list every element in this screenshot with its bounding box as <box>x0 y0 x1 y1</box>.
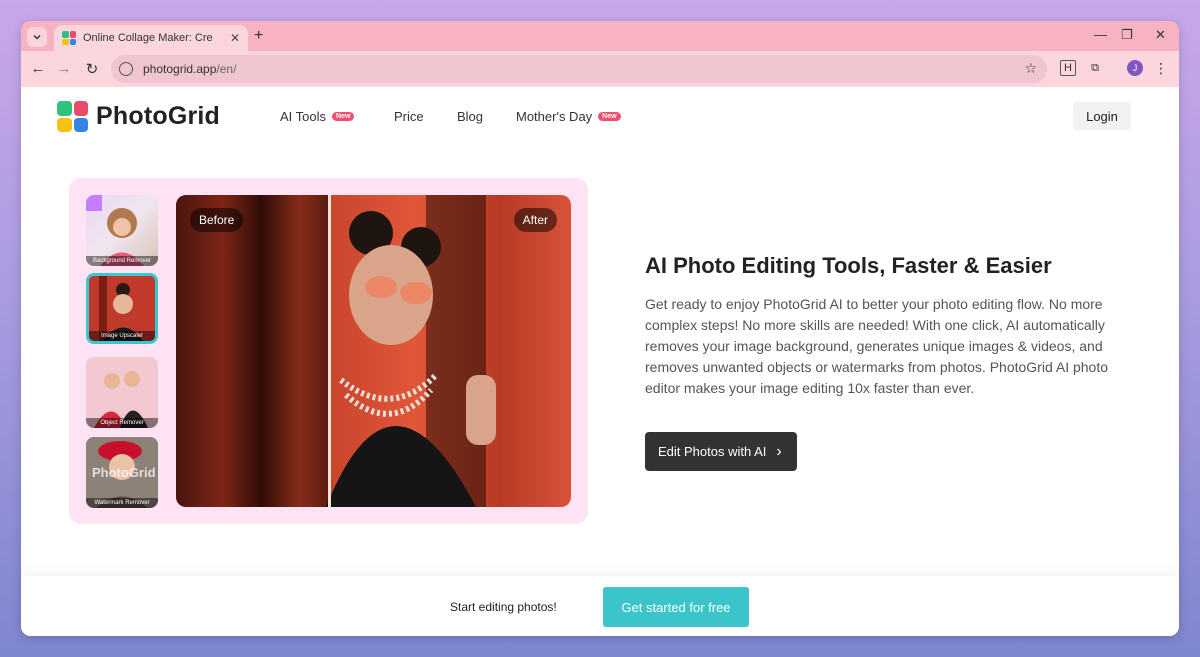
after-label: After <box>513 208 557 232</box>
nav-ai-tools[interactable]: AI Tools New <box>280 109 355 124</box>
chevron-right-icon: › <box>776 442 782 460</box>
tab-title: Online Collage Maker: Create Fr <box>83 32 213 44</box>
site-info-icon[interactable] <box>119 62 133 76</box>
thumb-label: Image Upscaler <box>89 331 155 341</box>
reload-icon[interactable]: ↻ <box>83 60 101 78</box>
chevron-down-icon <box>33 34 41 40</box>
bookmark-star-icon[interactable]: ☆ <box>1024 60 1037 77</box>
edit-photos-button[interactable]: Edit Photos with AI › <box>645 432 797 471</box>
photogrid-logo[interactable]: PhotoGrid <box>57 101 220 132</box>
close-icon[interactable]: ✕ <box>230 31 240 45</box>
nav-price-label: Price <box>394 109 424 124</box>
thumb-background-remover[interactable]: Background Remover <box>86 195 158 266</box>
webpage: PhotoGrid AI Tools New Price Blog Mother… <box>21 87 1179 636</box>
get-started-button[interactable]: Get started for free <box>603 587 749 627</box>
new-tab-icon[interactable]: + <box>254 27 263 45</box>
address-bar[interactable]: photogrid.app/en/ ☆ <box>111 55 1047 83</box>
thumb-label: Background Remover <box>86 256 158 266</box>
nav-mothers-day[interactable]: Mother's Day New <box>516 109 621 124</box>
browser-toolbar: ← → ↻ photogrid.app/en/ ☆ H ⧉ J ⋮ <box>21 51 1179 87</box>
thumb-object-remover[interactable]: Object Remover <box>86 357 158 428</box>
before-after-photo[interactable]: Before After <box>176 195 571 507</box>
photogrid-favicon-icon <box>62 31 76 45</box>
hero-title: AI Photo Editing Tools, Faster & Easier <box>645 253 1052 278</box>
logo-text: PhotoGrid <box>96 102 221 130</box>
before-after-divider[interactable] <box>328 195 331 507</box>
puzzle-extensions-icon[interactable]: ⧉ <box>1087 60 1103 76</box>
watermark-text: PhotoGrid <box>92 465 156 480</box>
more-menu-icon[interactable]: ⋮ <box>1153 60 1169 76</box>
restore-icon[interactable]: ❐ <box>1121 27 1133 43</box>
tab-search-button[interactable] <box>27 27 47 47</box>
bottom-cta-bar: Start editing photos! Get started for fr… <box>21 576 1179 636</box>
thumb-watermark-remover[interactable]: PhotoGrid Watermark Remover <box>86 437 158 508</box>
nav-price[interactable]: Price <box>394 109 424 124</box>
minimize-icon[interactable]: — <box>1094 27 1107 42</box>
window-close-icon[interactable]: ✕ <box>1155 27 1166 43</box>
browser-window: Online Collage Maker: Create Fr ✕ + — ❐ … <box>21 21 1179 636</box>
bottom-bar-text: Start editing photos! <box>450 600 557 614</box>
back-arrow-icon[interactable]: ← <box>29 60 47 77</box>
thumb-label: Object Remover <box>86 418 158 428</box>
hero-showcase-panel: Background Remover Image Upscaler Object… <box>69 178 588 524</box>
nav-ai-tools-label: AI Tools <box>280 109 327 124</box>
woman-portrait-photo-icon <box>176 195 571 507</box>
url-text: photogrid.app/en/ <box>143 62 237 76</box>
new-badge: New <box>332 112 355 121</box>
site-header: PhotoGrid AI Tools New Price Blog Mother… <box>21 87 1179 149</box>
browser-tab[interactable]: Online Collage Maker: Create Fr ✕ <box>54 25 248 51</box>
thumb-label: Watermark Remover <box>86 498 158 508</box>
extension-h-icon[interactable]: H <box>1060 60 1076 76</box>
tab-strip: Online Collage Maker: Create Fr ✕ + — ❐ … <box>21 21 1179 51</box>
photogrid-logo-icon <box>57 101 88 132</box>
nav-blog[interactable]: Blog <box>457 109 483 124</box>
profile-avatar[interactable]: J <box>1127 60 1143 76</box>
nav-mothers-day-label: Mother's Day <box>516 109 593 124</box>
before-label: Before <box>190 208 244 232</box>
forward-arrow-icon[interactable]: → <box>55 60 73 77</box>
nav-blog-label: Blog <box>457 109 484 124</box>
new-badge: New <box>598 112 621 121</box>
login-button[interactable]: Login <box>1073 102 1131 130</box>
cta-label: Edit Photos with AI <box>658 444 767 459</box>
hero-description: Get ready to enjoy PhotoGrid AI to bette… <box>645 296 1109 396</box>
thumb-image-upscaler[interactable]: Image Upscaler <box>86 273 158 344</box>
